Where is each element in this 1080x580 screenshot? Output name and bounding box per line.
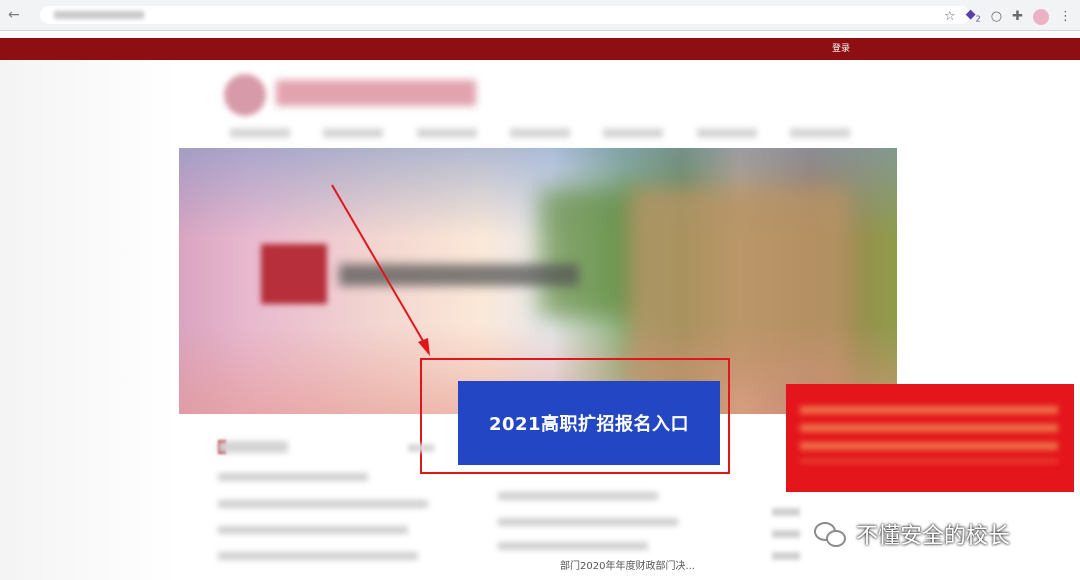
notice-text-blurred	[800, 406, 1058, 462]
news-item[interactable]	[218, 500, 428, 508]
banner-title-blurred	[339, 264, 579, 286]
wechat-icon	[812, 520, 848, 548]
news-item[interactable]	[498, 518, 678, 526]
news-item[interactable]	[218, 526, 408, 534]
page-side-gutter	[0, 60, 180, 580]
side-link[interactable]	[772, 530, 800, 538]
login-link[interactable]: 登录	[832, 42, 850, 56]
menu-item[interactable]	[696, 128, 757, 138]
school-seal-icon	[224, 74, 266, 116]
red-notice-panel[interactable]	[786, 384, 1074, 492]
side-link[interactable]	[772, 552, 800, 560]
news-section-heading	[218, 441, 288, 453]
avatar[interactable]	[1033, 9, 1049, 26]
main-menu	[230, 128, 850, 140]
menu-item[interactable]	[509, 128, 570, 138]
toolbar-icons: ☆ ◆2 ○ ✚ ⋮	[944, 6, 1072, 29]
blurred-url	[54, 11, 144, 19]
side-links	[772, 498, 812, 568]
school-name-blurred	[276, 80, 476, 106]
news-item[interactable]	[218, 473, 368, 481]
site-logo[interactable]	[218, 70, 488, 118]
menu-item[interactable]	[416, 128, 477, 138]
extension-badge-icon[interactable]: ◆2	[966, 6, 981, 29]
puzzle-icon[interactable]: ✚	[1012, 8, 1023, 26]
menu-dots-icon[interactable]: ⋮	[1059, 8, 1072, 26]
back-arrow-icon[interactable]: ←	[8, 7, 20, 23]
address-bar[interactable]	[40, 6, 970, 24]
star-icon[interactable]: ☆	[944, 8, 956, 26]
more-link[interactable]	[408, 444, 434, 452]
browser-toolbar: ← ☆ ◆2 ○ ✚ ⋮	[0, 0, 1080, 31]
watermark-text: 不懂安全的校长	[856, 524, 1011, 549]
news-item[interactable]	[498, 542, 648, 550]
news-item[interactable]	[498, 492, 658, 500]
menu-item[interactable]	[603, 128, 664, 138]
enrollment-entry-button[interactable]: 2021高职扩招报名入口	[458, 381, 720, 465]
news-item[interactable]	[218, 552, 418, 560]
menu-item[interactable]	[323, 128, 384, 138]
badge-count: 2	[975, 14, 981, 24]
menu-item[interactable]	[230, 128, 290, 138]
menu-item[interactable]	[789, 128, 850, 138]
circle-icon[interactable]: ○	[991, 8, 1002, 26]
news-item-text[interactable]: 部门2020年年度财政部门决...	[560, 560, 695, 574]
wechat-watermark: 不懂安全的校长	[812, 518, 1010, 550]
site-top-bar: 登录	[0, 38, 1080, 60]
banner-seal-blurred	[261, 244, 327, 304]
side-link[interactable]	[772, 508, 800, 516]
